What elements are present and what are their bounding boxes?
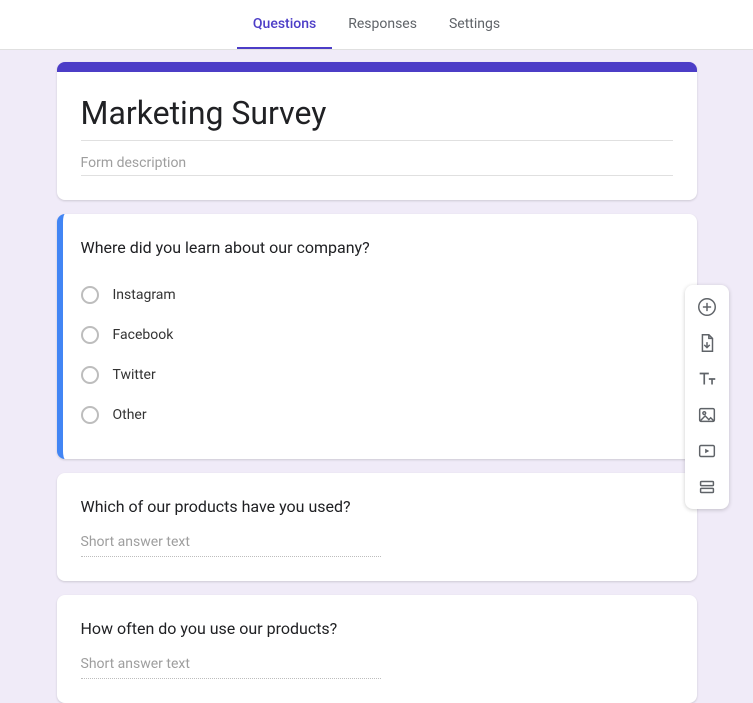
- short-answer-placeholder: Short answer text: [81, 534, 381, 557]
- option-row[interactable]: Other: [81, 395, 673, 435]
- radio-icon: [81, 286, 99, 304]
- tab-questions[interactable]: Questions: [237, 1, 332, 49]
- add-section-button[interactable]: [693, 473, 721, 501]
- tab-responses[interactable]: Responses: [332, 1, 433, 49]
- radio-icon: [81, 406, 99, 424]
- video-icon: [696, 440, 718, 462]
- question-title[interactable]: Where did you learn about our company?: [81, 238, 673, 257]
- workspace: Marketing Survey Form description Where …: [0, 50, 753, 703]
- add-image-button[interactable]: [693, 401, 721, 429]
- add-video-button[interactable]: [693, 437, 721, 465]
- option-row[interactable]: Twitter: [81, 355, 673, 395]
- plus-circle-icon: [696, 296, 718, 318]
- option-label[interactable]: Other: [113, 407, 147, 423]
- option-row[interactable]: Instagram: [81, 275, 673, 315]
- question-title[interactable]: Which of our products have you used?: [81, 497, 673, 516]
- text-tt-icon: [696, 368, 718, 390]
- radio-icon: [81, 326, 99, 344]
- option-label[interactable]: Facebook: [113, 327, 174, 343]
- tab-settings[interactable]: Settings: [433, 1, 516, 49]
- tabs-bar: Questions Responses Settings: [0, 0, 753, 50]
- question-card-3[interactable]: How often do you use our products? Short…: [57, 595, 697, 703]
- option-label[interactable]: Instagram: [113, 287, 176, 303]
- add-title-button[interactable]: [693, 365, 721, 393]
- image-icon: [696, 404, 718, 426]
- question-card-1[interactable]: Where did you learn about our company? I…: [57, 214, 697, 459]
- section-icon: [696, 476, 718, 498]
- form-description-input[interactable]: Form description: [81, 149, 673, 176]
- question-card-2[interactable]: Which of our products have you used? Sho…: [57, 473, 697, 581]
- form-header-card[interactable]: Marketing Survey Form description: [57, 62, 697, 200]
- radio-icon: [81, 366, 99, 384]
- option-row[interactable]: Facebook: [81, 315, 673, 355]
- question-title[interactable]: How often do you use our products?: [81, 619, 673, 638]
- side-toolbox: [685, 285, 729, 509]
- form-title-input[interactable]: Marketing Survey: [81, 94, 673, 141]
- option-label[interactable]: Twitter: [113, 367, 156, 383]
- import-questions-button[interactable]: [693, 329, 721, 357]
- add-question-button[interactable]: [693, 293, 721, 321]
- import-file-icon: [696, 332, 718, 354]
- short-answer-placeholder: Short answer text: [81, 656, 381, 679]
- form-column: Marketing Survey Form description Where …: [57, 62, 697, 703]
